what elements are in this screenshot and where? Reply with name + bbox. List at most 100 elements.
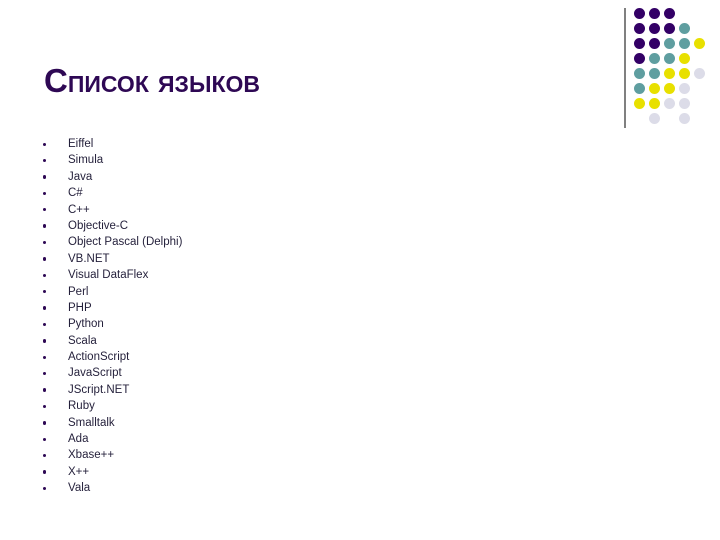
list-item-label: Vala [68,482,91,495]
list-item-label: Smalltalk [68,416,115,429]
dot-grid [634,8,720,128]
list-item-label: Java [68,170,93,183]
decorative-dot-lavender [649,113,660,124]
list-item-label: PHP [68,301,92,314]
bullet-icon [43,158,47,163]
list-item-label: ActionScript [68,351,130,364]
list-item: Objective-C [38,218,458,234]
list-item: Xbase++ [38,447,458,463]
decorative-dot-teal [679,23,690,34]
bullet-icon [43,142,47,146]
decorative-dot-lavender [664,98,675,109]
list-item: VB.NET [38,251,458,267]
list-item: Python [38,316,458,332]
decorative-dot-teal [664,53,675,64]
list-item-label: JavaScript [68,367,122,380]
list-item-label: Ruby [68,400,95,413]
list-item-label: Objective-C [68,219,129,232]
decorative-dot-teal [649,68,660,79]
list-item: Perl [38,284,458,300]
list-item-label: Eiffel [68,138,94,150]
bullet-icon [43,404,47,409]
decorative-dot-purple [634,53,645,64]
list-item: Vala [38,480,458,496]
list-item-label: Perl [68,285,89,298]
decorative-dot-yellow [634,98,645,109]
list-item-label: C++ [68,203,90,216]
decorative-dot-teal [634,83,645,94]
list-item: C# [38,185,458,201]
list-item: PHP [38,300,458,316]
list-item-label: Scala [68,334,97,347]
list-item-label: X++ [68,465,90,478]
bullet-icon [43,208,47,212]
bullet-icon [43,486,47,491]
bullet-icon [43,355,47,359]
decorative-dot-lavender [679,113,690,124]
list-item-label: Object Pascal (Delphi) [68,236,183,249]
list-item: C++ [38,202,458,218]
list-item-label: Xbase++ [68,449,115,462]
decorative-dot-yellow [694,38,705,49]
list-item-label: Visual DataFlex [68,269,149,282]
bullet-icon [43,175,47,179]
decorative-dot-teal [649,53,660,64]
list-item: Smalltalk [38,415,458,431]
bullet-icon [43,371,47,376]
decorative-dot-purple [664,23,675,34]
bullet-icon [43,290,47,294]
list-item: X++ [38,464,458,480]
decorative-dot-purple [634,23,645,34]
list-item: JavaScript [38,365,458,381]
bullet-icon [43,191,47,196]
decorative-dot-purple [664,8,675,19]
decorative-dot-teal [664,38,675,49]
decorative-dot-yellow [649,83,660,94]
bullet-icon [43,421,47,425]
decorative-dot-purple [634,8,645,19]
decorative-dot-lavender [679,83,690,94]
list-item-label: Python [68,318,104,331]
decorative-dot-purple [634,38,645,49]
list-item-label: Simula [68,154,104,167]
bullet-icon [43,437,47,441]
bullet-icon [43,306,47,310]
list-item: Object Pascal (Delphi) [38,234,458,250]
vertical-rule-icon [624,8,626,128]
bullet-icon [43,273,47,278]
language-list: Eiffel Simula Java C# C++ Objective-C Object P… [38,136,458,497]
list-item: Eiffel [38,136,458,152]
list-item: ActionScript [38,349,458,365]
decorative-dot-yellow [679,68,690,79]
decorative-dot-lavender [679,98,690,109]
list-item: Ruby [38,398,458,414]
decorative-dot-purple [649,23,660,34]
list-item-label: C# [68,187,83,200]
list-item: Ada [38,431,458,447]
decorative-dot-yellow [679,53,690,64]
bullet-icon [43,240,47,245]
decorative-dot-teal [634,68,645,79]
decorative-dot-purple [649,38,660,49]
list-item: Java [38,169,458,185]
list-item-label: Ada [68,433,89,446]
bullet-icon [43,470,47,474]
list-item: Scala [38,333,458,349]
bullet-icon [43,339,47,343]
decorative-dot-yellow [664,68,675,79]
list-item-label: JScript.NET [68,383,130,396]
bullet-icon [43,388,47,392]
decorative-dot-lavender [694,68,705,79]
decorative-dot-purple [649,8,660,19]
decorative-dot-yellow [664,83,675,94]
list-item: JScript.NET [38,382,458,398]
bullet-icon [43,322,47,327]
list-item: Simula [38,152,458,168]
dot-grid-decoration [620,0,720,135]
bullet-icon [43,257,47,261]
list-item: Visual DataFlex [38,267,458,283]
bullet-icon [43,453,47,458]
decorative-dot-teal [679,38,690,49]
page-title: Список языков [44,62,261,99]
slide-canvas: Список языков Eiffel Simula Java C# C++ Objec… [0,0,720,540]
